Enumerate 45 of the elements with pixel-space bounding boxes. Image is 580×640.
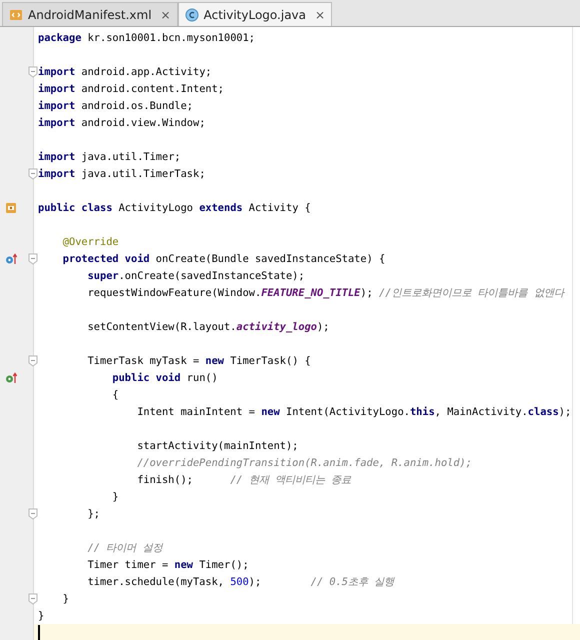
code-line: timer.schedule(myTask, 500); // 0.5초후 실행	[86, 574, 394, 588]
code-line: super.onCreate(savedInstanceState);	[86, 270, 305, 282]
code-line: protected void onCreate(Bundle savedInstanceState) {	[62, 252, 386, 264]
code-line: import android.content.Intent;	[38, 82, 224, 94]
xml-file-icon	[9, 8, 23, 22]
fold-marker-icon[interactable]	[28, 66, 38, 78]
code-line: }	[62, 592, 69, 604]
code-line: @Override	[62, 236, 119, 248]
code-line: //overridePendingTransition(R.anim.fade, R.anim.hold);	[136, 456, 472, 468]
code-line: setContentView(R.layout.activity_logo);	[86, 320, 330, 332]
implement-icon[interactable]	[5, 372, 17, 384]
tab-label: ActivityLogo.java	[204, 8, 306, 22]
text-cursor	[38, 625, 40, 640]
code-line: startActivity(mainIntent);	[136, 440, 298, 452]
code-line: import android.view.Window;	[38, 116, 206, 128]
fold-marker-icon[interactable]	[28, 508, 38, 520]
code-line: // 타이머 설정	[86, 540, 162, 554]
code-line: import android.os.Bundle;	[38, 100, 193, 112]
class-file-icon[interactable]	[5, 202, 17, 214]
override-icon[interactable]	[5, 253, 17, 265]
code-line: TimerTask myTask = new TimerTask() {	[86, 354, 311, 366]
fold-marker-icon[interactable]	[28, 168, 38, 180]
code-line: }	[111, 490, 119, 502]
fold-marker-icon[interactable]	[28, 253, 38, 265]
close-icon[interactable]: ×	[315, 8, 326, 22]
fold-marker-icon[interactable]	[28, 593, 38, 605]
code-line: public void run()	[111, 372, 218, 384]
fold-marker-icon[interactable]	[28, 355, 38, 367]
code-line: import android.app.Activity;	[38, 66, 212, 78]
code-line: requestWindowFeature(Window.FEATURE_NO_TITLE); //인트로화면이므로 타이틀바를 없앤다	[86, 286, 564, 300]
close-icon[interactable]: ×	[160, 8, 171, 22]
code-line: import java.util.Timer;	[38, 150, 181, 162]
code-line: public class ActivityLogo extends Activity {	[38, 202, 311, 214]
editor-tab[interactable]: AndroidManifest.xml ×	[2, 2, 178, 26]
code-line: Timer timer = new Timer();	[86, 558, 249, 570]
editor-tab[interactable]: ActivityLogo.java ×	[178, 2, 332, 26]
code-line: }	[38, 610, 44, 622]
code-line: import java.util.TimerTask;	[38, 168, 206, 180]
class-icon	[184, 8, 199, 22]
code-line: };	[86, 508, 100, 520]
code-line: finish(); // 현재 액티비티는 종료	[136, 472, 352, 486]
code-line: Intent mainIntent = new Intent(ActivityLogo.this, MainActivity.class);	[136, 406, 572, 418]
tab-label: AndroidManifest.xml	[28, 8, 152, 22]
code-line: package kr.son10001.bcn.myson10001;	[38, 32, 255, 44]
code-line: {	[111, 388, 119, 400]
